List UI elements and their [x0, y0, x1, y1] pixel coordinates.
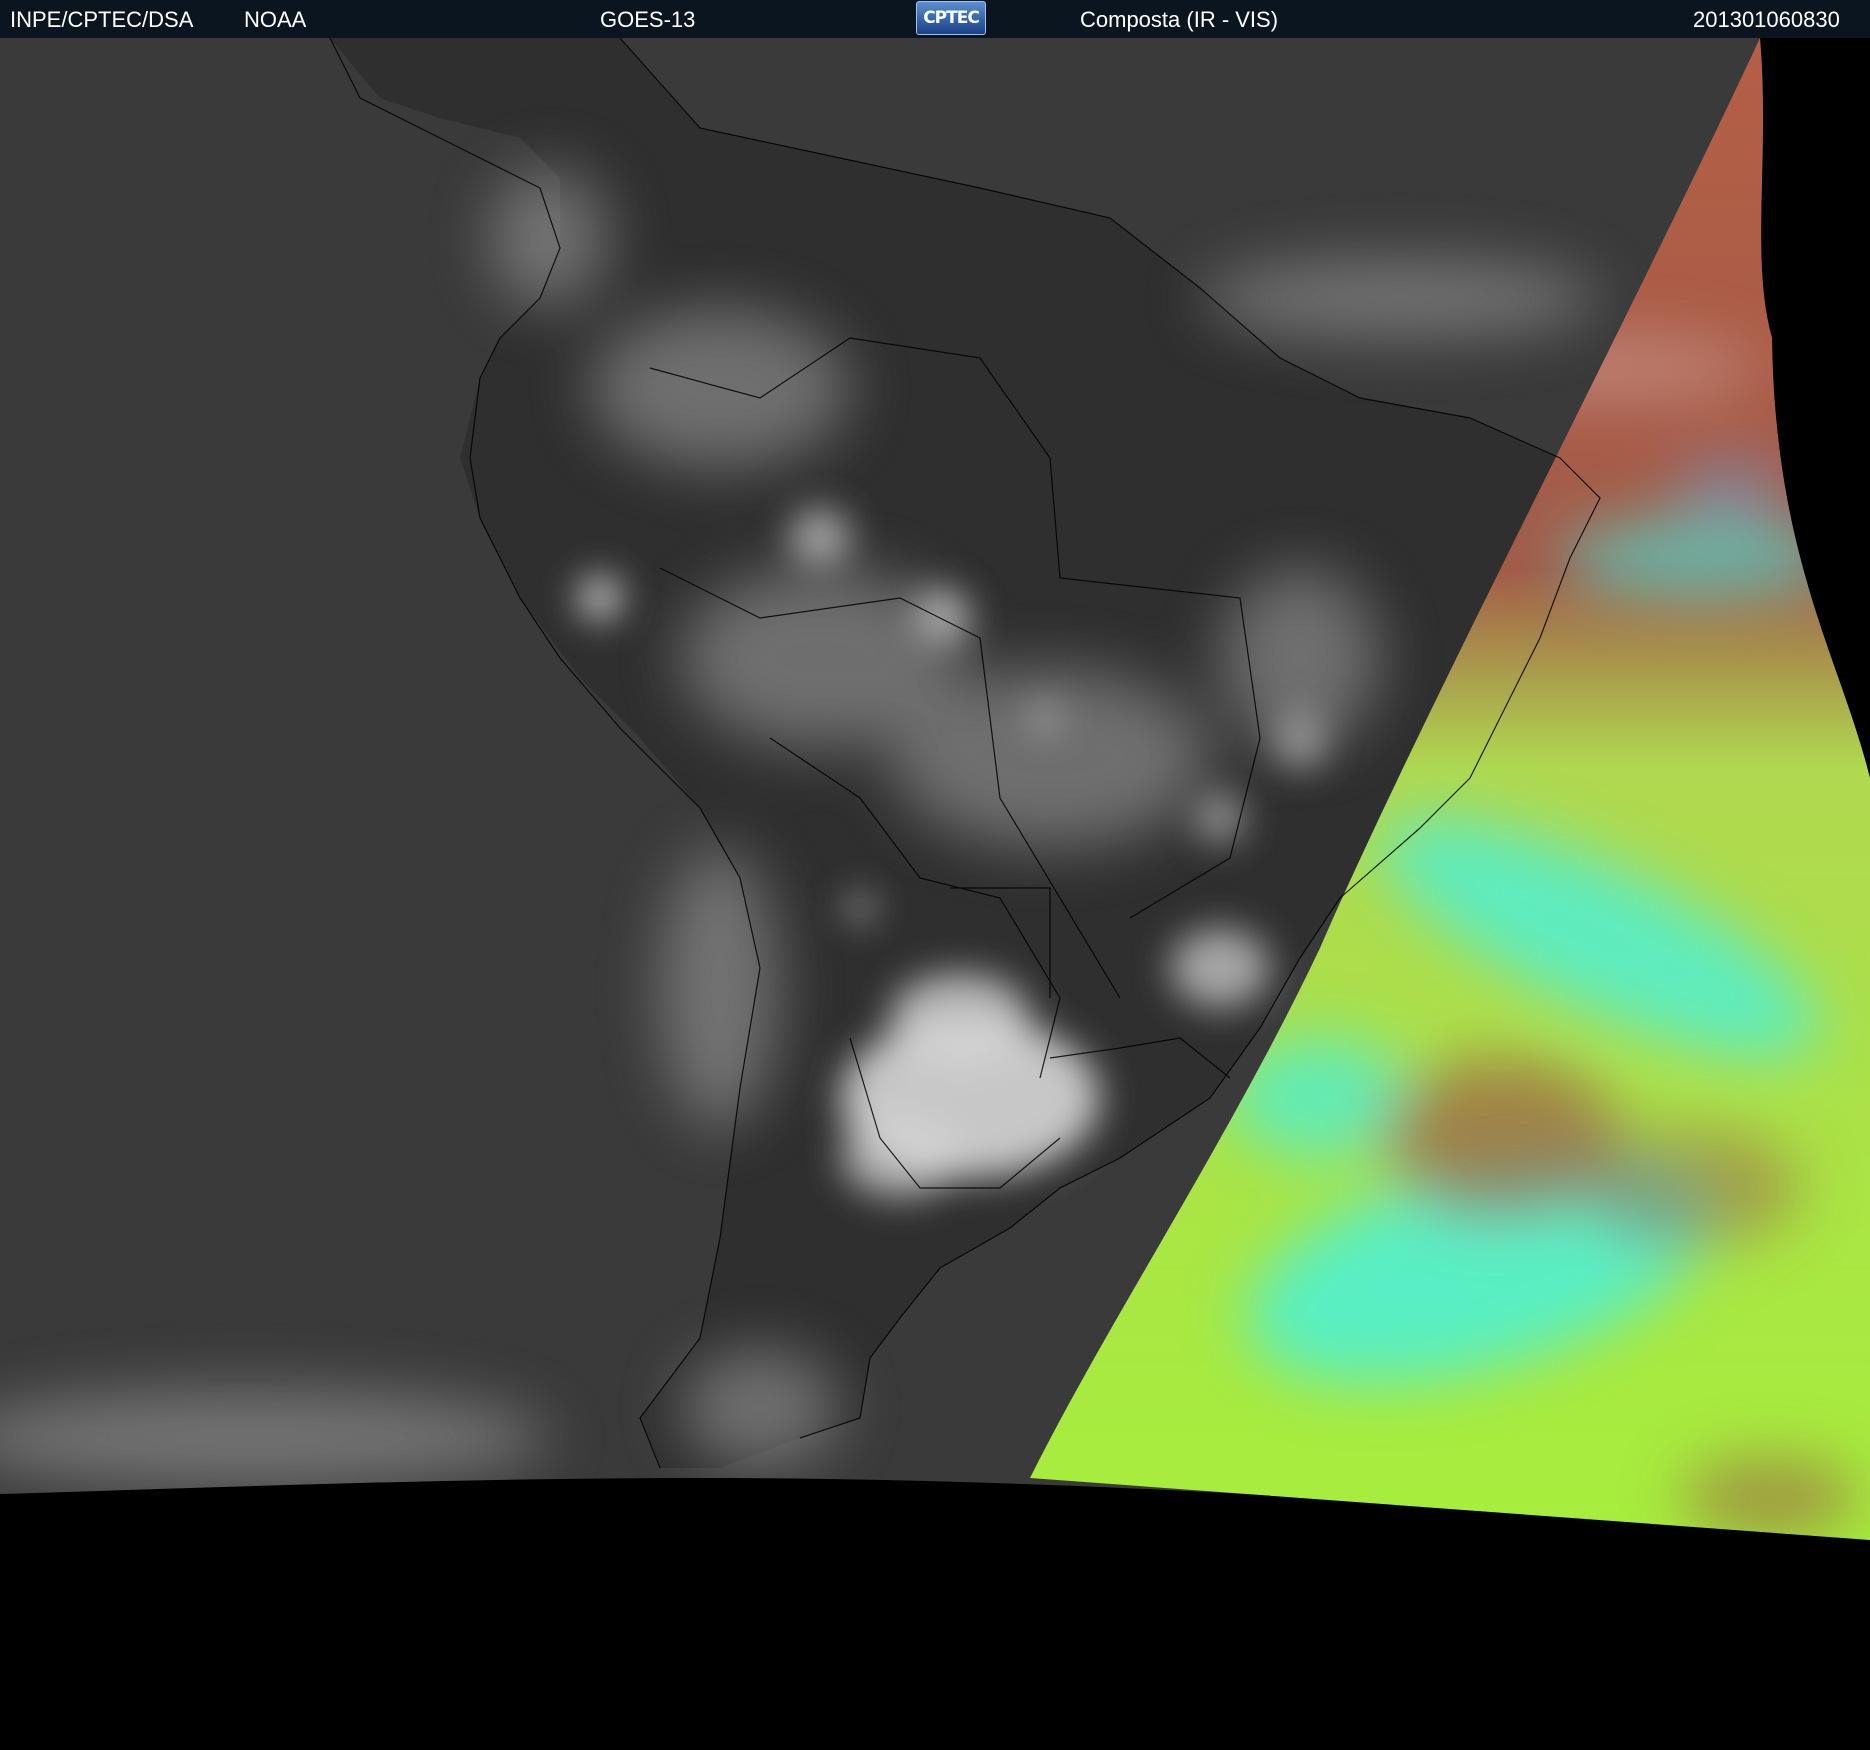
header-bar: INPE/CPTEC/DSA NOAA GOES-13 CPTEC Compos…	[0, 0, 1870, 38]
satellite-label: GOES-13	[600, 7, 696, 32]
satellite-image	[0, 38, 1870, 1540]
product-label: Composta (IR - VIS)	[1080, 7, 1279, 32]
source-label: NOAA	[244, 7, 307, 32]
timestamp-label: 201301060830	[1693, 7, 1840, 32]
agency-label: INPE/CPTEC/DSA	[10, 7, 194, 32]
cptec-logo: CPTEC	[916, 1, 986, 35]
